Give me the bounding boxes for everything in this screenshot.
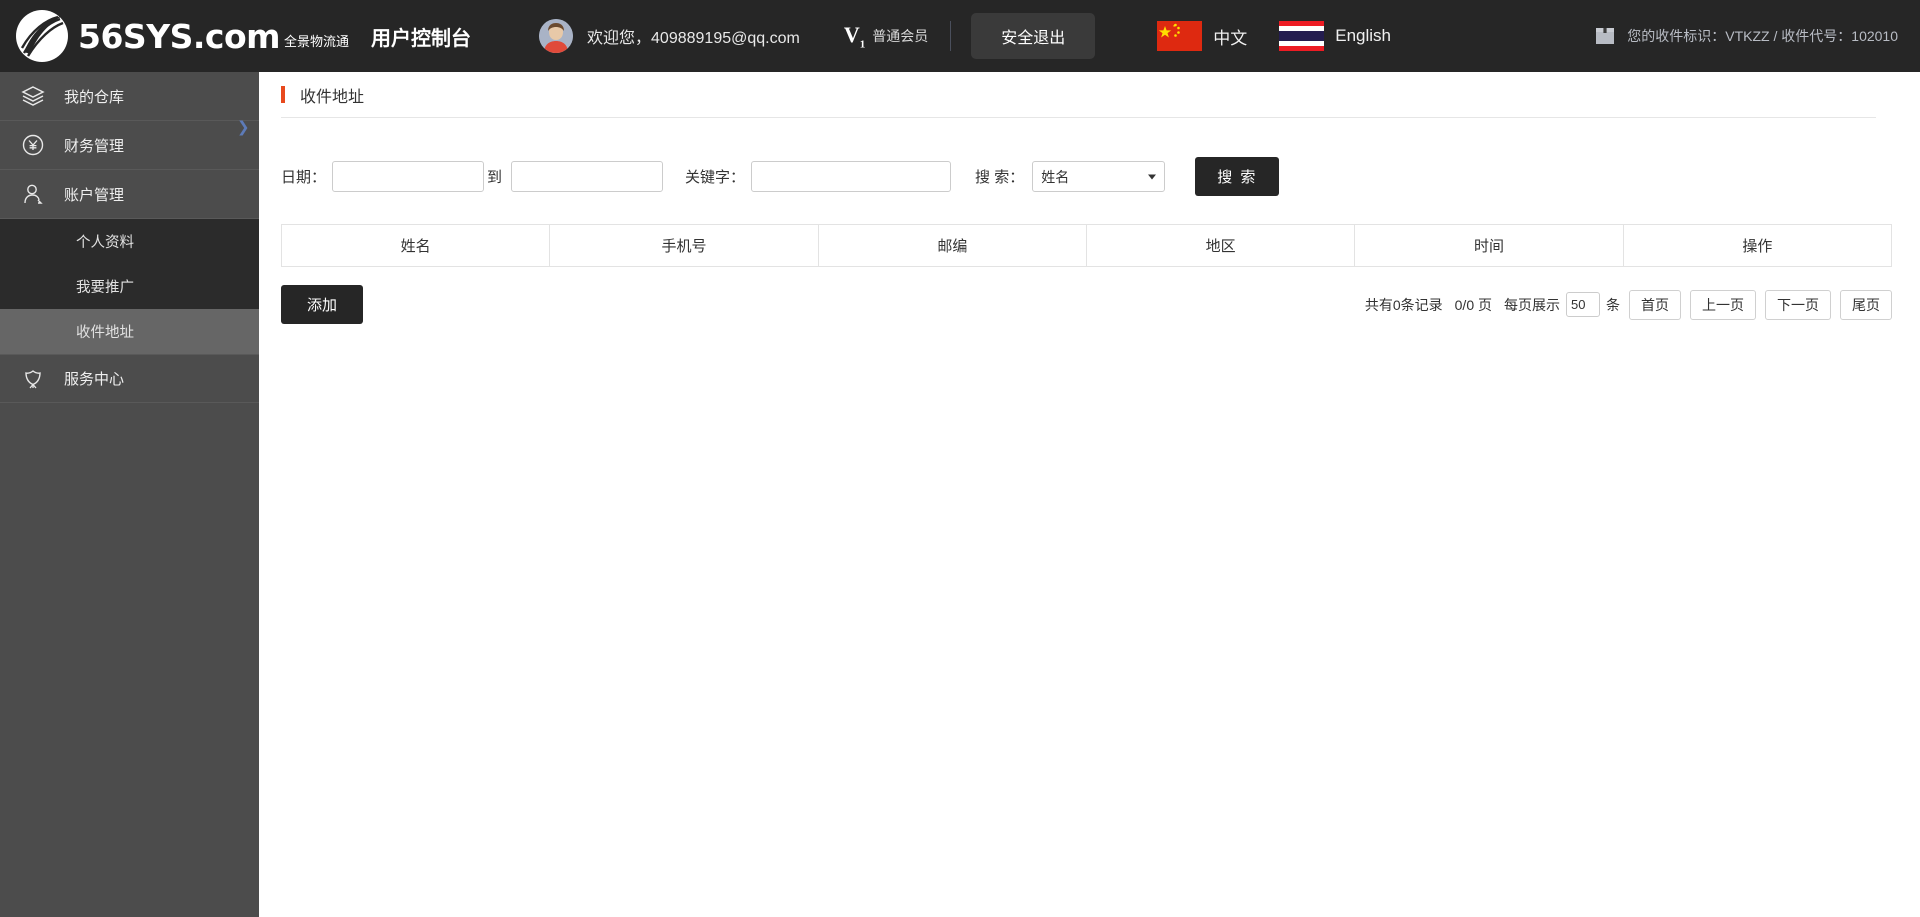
date-to-input[interactable] (511, 161, 664, 192)
date-from-input[interactable] (332, 161, 485, 192)
total-records-text: 共有0条记录 (1364, 296, 1443, 313)
logo-domain: .com (192, 16, 281, 56)
vip-badge: V1 普通会员 (844, 22, 928, 50)
welcome-text: 欢迎您，409889195@qq.com (587, 30, 800, 47)
sidebar-item-service-center[interactable]: 服务中心 (0, 354, 259, 403)
top-bar: 56SYS .com 全景物流通 用户控制台 欢迎您，409889195@qq.… (0, 0, 1920, 72)
china-flag-icon (1157, 21, 1203, 51)
per-page-unit: 条 (1606, 296, 1620, 313)
sidebar-item-finance[interactable]: 财务管理 (0, 121, 259, 170)
add-button[interactable]: 添加 (281, 285, 364, 324)
box-icon (1595, 27, 1615, 45)
date-label: 日期： (281, 169, 327, 186)
language-label-cn: 中文 (1213, 28, 1248, 48)
divider (950, 21, 952, 51)
page-number-text: 0/0 页 (1454, 296, 1492, 313)
table-header-cell: 地区 (1085, 224, 1356, 267)
sidebar-item-label: 财务管理 (64, 137, 125, 155)
sidebar-item-label: 我的仓库 (64, 88, 125, 106)
sidebar-item-profile[interactable]: 个人资料 (0, 219, 259, 264)
search-button[interactable]: 搜 索 (1195, 157, 1280, 196)
layers-icon (20, 83, 46, 109)
logo-slogan: 全景物流通 (284, 33, 350, 49)
table-footer-row: 添加 共有0条记录 0/0 页 每页展示 条 首页 上一页 下一页 尾页 (281, 285, 1892, 324)
table-header-cell: 手机号 (549, 224, 819, 267)
search-by-selected-value: 姓名 (1041, 168, 1070, 185)
search-by-label: 搜 索： (975, 169, 1025, 186)
table-header-cell: 时间 (1354, 224, 1624, 267)
user-icon (20, 181, 46, 207)
avatar[interactable] (539, 19, 574, 53)
sidebar-subitem-label: 收件地址 (76, 325, 134, 341)
per-page-input[interactable] (1566, 292, 1600, 317)
table-header-cell: 姓名 (280, 224, 551, 267)
per-page-label: 每页展示 (1504, 296, 1560, 313)
keyword-label: 关键字： (685, 169, 746, 186)
keyword-input[interactable] (751, 161, 952, 192)
lotus-icon (20, 366, 46, 392)
last-page-button[interactable]: 尾页 (1840, 289, 1892, 320)
chevron-down-icon (1148, 174, 1157, 179)
site-logo[interactable]: 56SYS .com 全景物流通 (14, 8, 349, 64)
pagination: 共有0条记录 0/0 页 每页展示 条 首页 上一页 下一页 尾页 (1364, 289, 1892, 320)
table-header-cell: 邮编 (817, 224, 1087, 267)
sidebar-subnav: 个人资料 我要推广 收件地址 (0, 219, 259, 354)
search-by-select[interactable]: 姓名 (1032, 161, 1166, 192)
sidebar-item-account[interactable]: 账户管理 (0, 170, 259, 219)
sidebar-item-promotion[interactable]: 我要推广 (0, 264, 259, 309)
receiver-info: 您的收件标识：VTKZZ / 收件代号：102010 (1595, 26, 1898, 46)
sidebar-item-label: 账户管理 (64, 186, 125, 204)
sidebar-item-warehouse[interactable]: 我的仓库 (0, 72, 259, 121)
language-switch-cn[interactable]: 中文 (1157, 21, 1247, 51)
prev-page-button[interactable]: 上一页 (1690, 289, 1756, 320)
language-switch-en[interactable]: English (1279, 21, 1391, 51)
logo-name: 56SYS (78, 16, 193, 56)
receiver-code-text: 您的收件标识：VTKZZ / 收件代号：102010 (1627, 28, 1898, 44)
logout-button[interactable]: 安全退出 (971, 13, 1096, 59)
sidebar-collapse-chevron-icon[interactable]: ❯ (237, 118, 250, 136)
first-page-button[interactable]: 首页 (1629, 289, 1681, 320)
page-header: 收件地址 (281, 72, 1876, 118)
vip-level-icon: V1 (843, 21, 866, 51)
yen-circle-icon (20, 132, 46, 158)
vip-label: 普通会员 (872, 27, 929, 44)
title-accent-bar (281, 86, 285, 103)
sidebar-subitem-label: 我要推广 (76, 280, 134, 296)
next-page-button[interactable]: 下一页 (1765, 289, 1831, 320)
sidebar-item-label: 服务中心 (64, 371, 125, 388)
search-form: 日期： 到 关键字： 搜 索： 姓名 搜 索 (281, 157, 1898, 196)
thailand-flag-icon (1279, 21, 1325, 51)
table-header-cell: 操作 (1622, 224, 1893, 267)
page-title: 收件地址 (300, 88, 365, 106)
date-to-label: 到 (487, 169, 503, 186)
sidebar: 我的仓库 财务管理 账户管理 个人资料 我要推广 收件地址 服务中心 (0, 72, 259, 917)
sidebar-subitem-label: 个人资料 (76, 235, 134, 251)
language-label-en: English (1335, 26, 1392, 45)
table-header-row: 姓名 手机号 邮编 地区 时间 操作 (280, 224, 1893, 267)
main-content: 收件地址 ❯ 日期： 到 关键字： 搜 索： 姓名 搜 索 姓名 手机号 邮编 (237, 72, 1920, 917)
sidebar-item-receive-address[interactable]: 收件地址 (0, 309, 259, 354)
address-table: 姓名 手机号 邮编 地区 时间 操作 (280, 224, 1893, 267)
console-title: 用户控制台 (371, 27, 472, 50)
logo-swirl-icon (14, 8, 70, 64)
